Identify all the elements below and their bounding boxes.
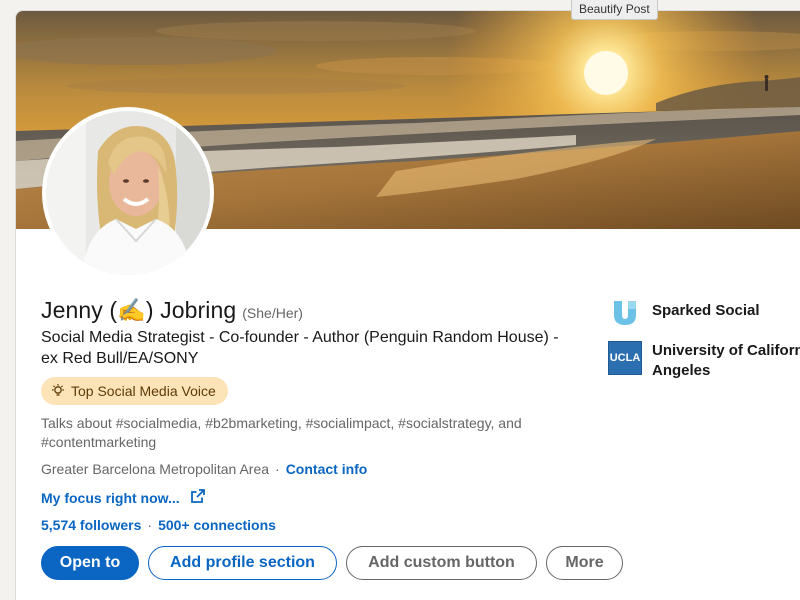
- school-item[interactable]: UCLA University of California, Los Angel…: [608, 341, 800, 381]
- add-profile-section-button[interactable]: Add profile section: [148, 546, 337, 580]
- location-separator: ·: [275, 461, 280, 477]
- company-item[interactable]: Sparked Social: [608, 295, 800, 329]
- stats-separator: ·: [147, 517, 153, 533]
- external-link-icon: [190, 488, 206, 507]
- profile-headline: Social Media Strategist - Co-founder - A…: [41, 329, 559, 367]
- contact-info-link[interactable]: Contact info: [286, 461, 368, 477]
- profile-name-row: Jenny (✍️) Jobring (She/Her): [41, 297, 303, 324]
- profile-photo: [46, 111, 210, 275]
- profile-pronouns: (She/Her): [242, 305, 303, 321]
- location-row: Greater Barcelona Metropolitan Area · Co…: [41, 461, 367, 477]
- company-name: Sparked Social: [652, 302, 760, 319]
- school-name: University of California, Los Angeles: [652, 341, 800, 381]
- talks-about: Talks about #socialmedia, #b2bmarketing,…: [41, 415, 522, 450]
- sparked-social-logo: [608, 295, 642, 329]
- focus-link-label: My focus right now...: [41, 489, 180, 506]
- beautify-post-tooltip: Beautify Post: [571, 0, 658, 20]
- more-button[interactable]: More: [546, 546, 623, 580]
- ucla-logo: UCLA: [608, 341, 642, 375]
- school-name-line-1: University of California, Los: [652, 342, 800, 359]
- profile-card: Jenny (✍️) Jobring (She/Her) Social Medi…: [15, 10, 800, 600]
- stats-row: 5,574 followers · 500+ connections: [41, 517, 276, 533]
- school-name-line-2: Angeles: [652, 362, 711, 379]
- lightbulb-icon: [50, 383, 66, 399]
- add-custom-button[interactable]: Add custom button: [346, 546, 537, 580]
- location-text: Greater Barcelona Metropolitan Area: [41, 461, 270, 477]
- experience-education-summary: Sparked Social UCLA University of Califo…: [608, 295, 800, 393]
- top-voice-badge[interactable]: Top Social Media Voice: [41, 377, 228, 405]
- followers-link[interactable]: 5,574 followers: [41, 517, 141, 533]
- connections-link[interactable]: 500+ connections: [158, 517, 276, 533]
- top-voice-label: Top Social Media Voice: [71, 383, 216, 399]
- profile-name: Jenny (✍️) Jobring: [41, 297, 237, 323]
- focus-link[interactable]: My focus right now...: [41, 488, 206, 507]
- profile-avatar[interactable]: [42, 107, 214, 279]
- profile-actions: Open to Add profile section Add custom b…: [41, 546, 623, 580]
- open-to-button[interactable]: Open to: [41, 546, 139, 580]
